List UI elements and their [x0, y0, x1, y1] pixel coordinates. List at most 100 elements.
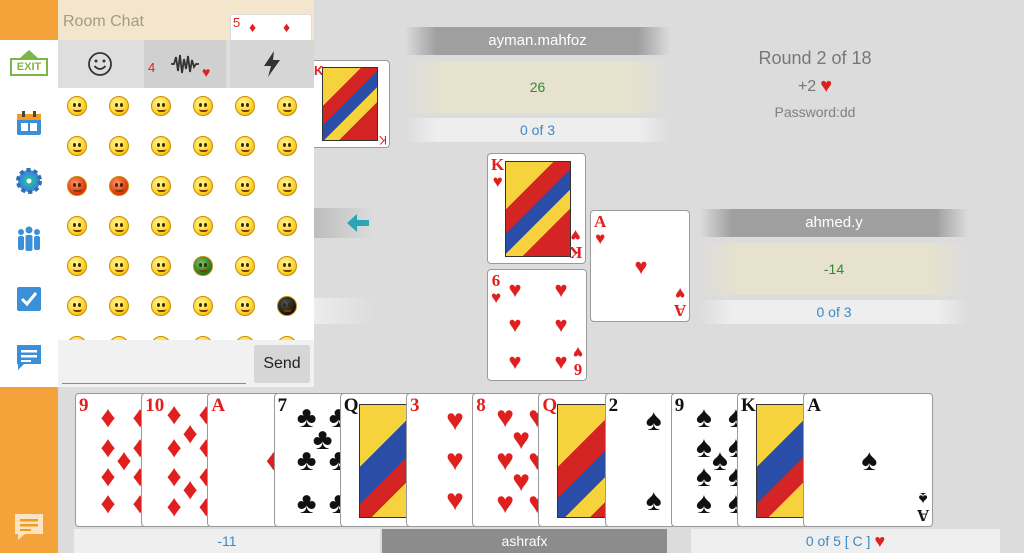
emoji-option[interactable] [235, 176, 255, 196]
emoji-option[interactable] [193, 216, 213, 236]
settings-button[interactable] [10, 162, 48, 200]
emoji-option[interactable] [151, 336, 171, 340]
calendar-icon [17, 111, 41, 135]
heart-suit-icon: ♥ [508, 277, 522, 302]
emoji-mouth [157, 229, 166, 232]
round-bid-value: +2 [797, 77, 817, 95]
emoji-option[interactable] [151, 136, 171, 156]
chat-toggle-button[interactable] [13, 512, 45, 542]
hand-card-rank: 8 [476, 395, 486, 416]
emoji-option[interactable] [277, 296, 297, 316]
emoji-option[interactable] [277, 336, 297, 340]
emoji-option[interactable] [193, 96, 213, 116]
emoji-option[interactable] [277, 216, 297, 236]
heart-suit-icon: ♥ [554, 277, 568, 302]
emoji-option[interactable] [67, 256, 87, 276]
emoji-mouth [241, 269, 250, 272]
emoji-grid [58, 88, 314, 340]
exit-button[interactable]: EXIT [8, 50, 50, 78]
emoji-option[interactable] [235, 96, 255, 116]
heart-suit-icon: ♥ [874, 531, 886, 551]
diamond-suit-icon: ♦ [100, 486, 116, 520]
hand-card-rank: 3 [410, 395, 420, 416]
emoji-mouth [115, 309, 124, 312]
heart-suit-icon: ♥ [508, 312, 522, 337]
emoji-option[interactable] [67, 136, 87, 156]
left-sidebar: EXIT [0, 0, 58, 553]
emoji-option[interactable] [193, 136, 213, 156]
diamond-suit-icon: ♦ [182, 417, 198, 451]
settings-gear-icon [16, 168, 42, 194]
emoji-option[interactable] [67, 296, 87, 316]
emoji-mouth [115, 109, 124, 112]
sound-wave-icon [171, 54, 199, 74]
previous-trick-card-rank-bottom: K [378, 133, 387, 147]
emoji-option[interactable] [235, 296, 255, 316]
emoji-option[interactable] [151, 296, 171, 316]
emoji-option[interactable] [109, 216, 129, 236]
emoji-option[interactable] [235, 216, 255, 236]
emoji-option[interactable] [151, 216, 171, 236]
emoji-option[interactable] [151, 256, 171, 276]
emoji-tab[interactable] [58, 40, 142, 88]
emoji-option[interactable] [151, 96, 171, 116]
notes-button[interactable] [10, 338, 48, 376]
emoji-option[interactable] [109, 176, 129, 196]
peek-card: 5 ♦ ♦ [230, 14, 312, 40]
players-button[interactable] [10, 220, 48, 258]
send-button[interactable]: Send [254, 345, 310, 383]
emoji-option[interactable] [277, 96, 297, 116]
emoji-mouth [73, 189, 82, 192]
room-password: Password:dd [774, 104, 856, 120]
sounds-tab[interactable]: 4 ♥ [144, 40, 226, 88]
heart-suit-icon: ♥ [446, 484, 464, 518]
my-status-bar: -11 ashrafx 0 of 5 [ C ] ♥ [74, 529, 1000, 553]
emoji-mouth [157, 309, 166, 312]
emoji-option[interactable] [235, 136, 255, 156]
diamond-suit-icon: ♦ [283, 19, 291, 35]
spade-suit-icon: ♠ [645, 403, 662, 437]
spade-suit-icon: ♠ [711, 444, 728, 477]
card-peek-rank: 4 [148, 60, 156, 75]
emoji-option[interactable] [109, 96, 129, 116]
played-card-me-rank: 6 ♥ [491, 271, 502, 307]
emoji-option[interactable] [67, 96, 87, 116]
calendar-button[interactable] [10, 104, 48, 142]
emoji-option[interactable] [151, 176, 171, 196]
emoji-option[interactable] [193, 176, 213, 196]
room-chat-panel: Room Chat 5 ♦ ♦ 4 ♥ Send [58, 0, 314, 387]
spade-suit-icon: ♠ [695, 430, 712, 464]
emoji-option[interactable] [193, 336, 213, 340]
played-card-me-rank-bottom: 6 ♥ [572, 343, 583, 379]
emoji-option[interactable] [109, 296, 129, 316]
emoji-option[interactable] [235, 336, 255, 340]
emoji-mouth [157, 109, 166, 112]
emoji-option[interactable] [109, 136, 129, 156]
emoji-option[interactable] [277, 136, 297, 156]
right-player-tricks: 0 of 3 [700, 300, 968, 324]
emoji-option[interactable] [67, 216, 87, 236]
emoji-option[interactable] [235, 256, 255, 276]
emoji-option[interactable] [277, 256, 297, 276]
heart-suit-icon: ♥ [634, 254, 648, 279]
emoji-option[interactable] [109, 256, 129, 276]
emoji-option[interactable] [67, 336, 87, 340]
emoji-mouth [115, 269, 124, 272]
chat-message-input[interactable] [62, 344, 246, 384]
actions-tab[interactable] [230, 40, 314, 88]
hand-card[interactable]: A ♠ A ♠ [803, 393, 934, 527]
diamond-suit-icon: ♦ [166, 430, 182, 464]
sidebar-panel [0, 40, 58, 387]
checklist-button[interactable] [10, 280, 48, 318]
emoji-option[interactable] [193, 296, 213, 316]
chat-bubble-icon [15, 514, 43, 540]
diamond-suit-icon: ♦ [100, 430, 116, 464]
my-tricks: 0 of 5 [ C ] ♥ [691, 529, 1000, 553]
emoji-option[interactable] [277, 176, 297, 196]
emoji-option[interactable] [67, 176, 87, 196]
played-card-right: A ♥ ♥ A ♥ [590, 210, 690, 322]
emoji-option[interactable] [193, 256, 213, 276]
hand-card-rank: 10 [145, 395, 165, 416]
emoji-option[interactable] [109, 336, 129, 340]
played-card-top: K ♥ K ♥ [487, 153, 586, 264]
